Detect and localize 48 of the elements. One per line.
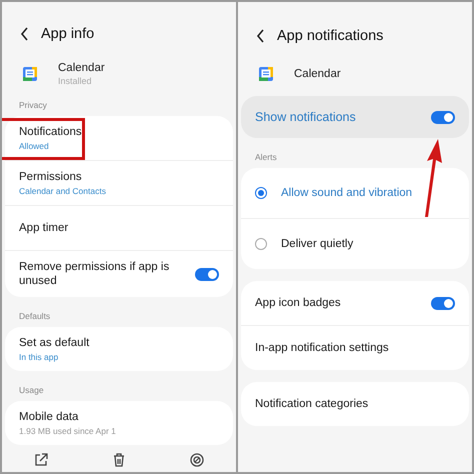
settings-item[interactable]: Set as default In this app — [5, 327, 233, 371]
settings-item[interactable]: Mobile data 1.93 MB used since Apr 1 — [5, 401, 233, 445]
item-title: Notifications — [19, 125, 83, 139]
app-name: Calendar — [58, 62, 105, 74]
option-label: Deliver quietly — [281, 238, 354, 250]
section-header: Privacy — [18, 100, 48, 110]
section-header: Usage — [18, 385, 45, 395]
option-label: Allow sound and vibration — [281, 187, 412, 199]
section-header: Defaults — [18, 311, 52, 321]
item-title: Set as default — [19, 336, 90, 350]
radio-button[interactable] — [255, 187, 267, 199]
trash-icon[interactable] — [112, 453, 125, 467]
stop-icon[interactable] — [190, 453, 204, 467]
item-title: Notification categories — [255, 397, 370, 411]
back-icon[interactable] — [256, 29, 265, 43]
item-subtitle: Calendar and Contacts — [19, 186, 107, 196]
screen-title: App info — [41, 26, 94, 42]
settings-item[interactable]: Permissions Calendar and Contacts — [5, 161, 233, 206]
open-external-icon[interactable] — [34, 453, 48, 467]
toggle-switch[interactable] — [431, 296, 455, 310]
item-title: App timer — [19, 221, 70, 235]
back-icon[interactable] — [20, 27, 29, 41]
item-title: Permissions — [19, 170, 83, 184]
radio-option[interactable]: Deliver quietly — [241, 219, 469, 269]
calendar-icon — [258, 66, 274, 82]
app-name: Calendar — [294, 68, 341, 80]
app-status: Installed — [58, 76, 93, 86]
show-notifications-row[interactable]: Show notifications — [241, 96, 469, 138]
item-title: Show notifications — [255, 110, 357, 124]
item-title: App icon badges — [255, 296, 342, 310]
section-header: Alerts — [254, 152, 278, 162]
item-subtitle: 1.93 MB used since Apr 1 — [19, 426, 117, 436]
item-subtitle: Allowed — [19, 141, 50, 151]
settings-item[interactable]: App icon badges — [241, 281, 469, 326]
settings-item[interactable]: In-app notification settings — [241, 326, 469, 370]
settings-item[interactable]: Notifications Allowed — [5, 116, 233, 161]
settings-item[interactable]: App timer — [5, 206, 233, 251]
item-subtitle: In this app — [19, 352, 60, 362]
item-title: Remove permissions if app is unused — [19, 260, 170, 288]
settings-item[interactable]: Remove permissions if app is unused — [5, 251, 233, 297]
calendar-icon — [22, 66, 38, 82]
radio-button[interactable] — [255, 238, 267, 250]
screen-title: App notifications — [277, 28, 384, 44]
item-title: Mobile data — [19, 410, 80, 424]
settings-item[interactable]: Notification categories — [241, 382, 469, 426]
toggle-switch[interactable] — [431, 110, 455, 124]
toggle-switch[interactable] — [195, 268, 219, 280]
item-title: In-app notification settings — [255, 341, 390, 355]
